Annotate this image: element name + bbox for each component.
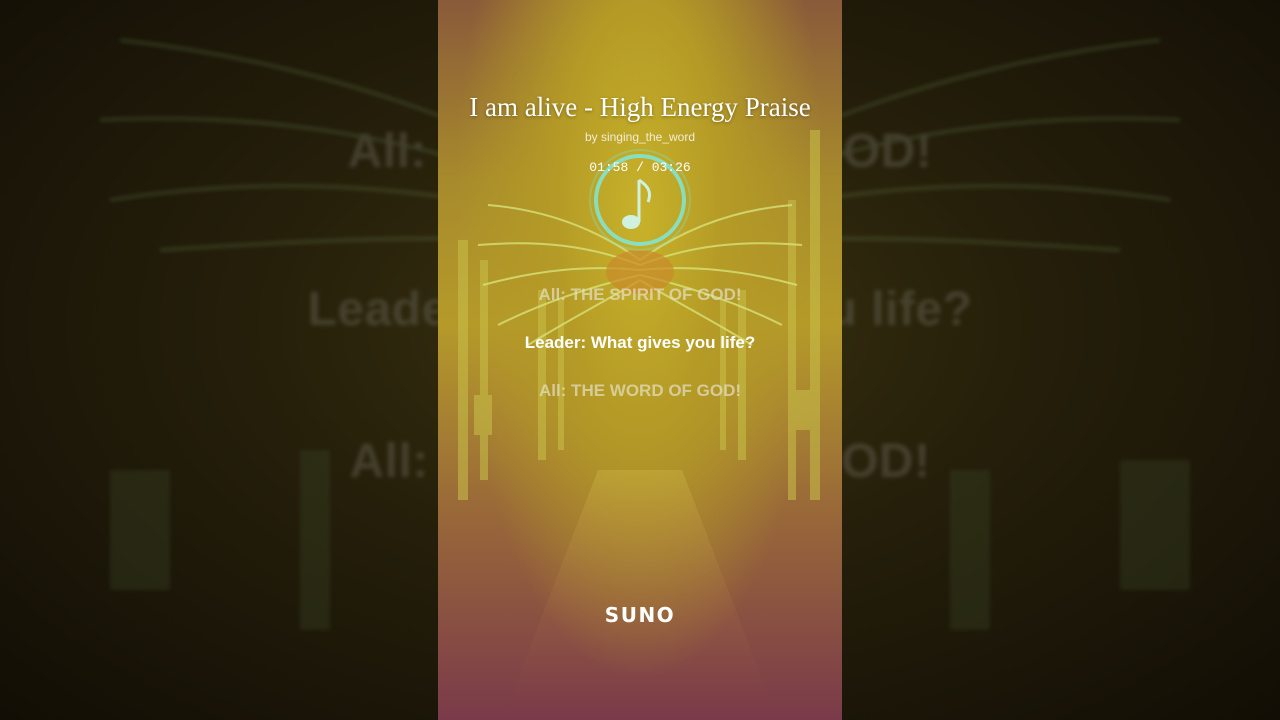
previous-lyric-line: All: THE SPIRIT OF GOD! [538,285,742,304]
current-lyric-line: Leader: What gives you life? [524,333,756,352]
artist-name: by singing_the_word [584,130,696,144]
lyric-video-card: I am alive - High Energy Praise by singi… [438,0,842,720]
music-note-icon [622,178,652,229]
suno-logo: SUNO [604,603,676,627]
video-frame: All: THE SPIRIT OF GOD! Leader: What giv… [0,0,1280,720]
next-lyric-line: All: THE WORD OF GOD! [538,381,742,400]
playback-time: 01:58 / 03:26 [589,160,691,175]
song-title: I am alive - High Energy Praise [469,92,811,122]
